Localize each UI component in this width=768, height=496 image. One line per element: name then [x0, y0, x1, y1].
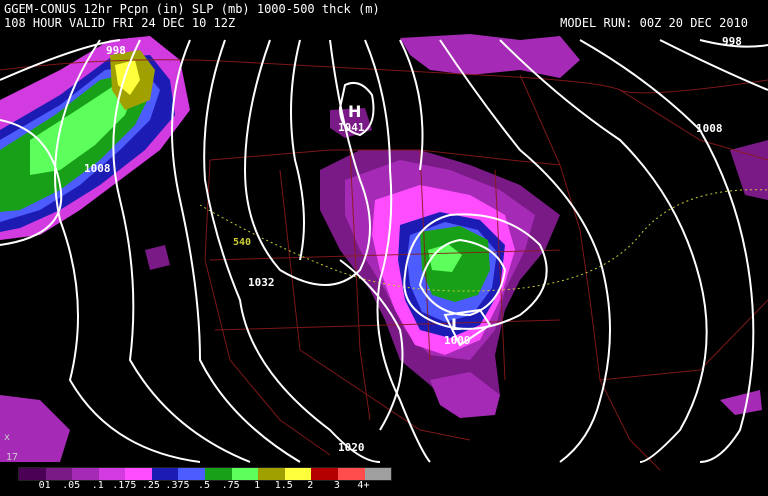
legend-swatch — [19, 468, 46, 480]
legend-swatch — [258, 468, 285, 480]
legend-swatch — [72, 468, 99, 480]
legend-swatch — [151, 468, 179, 480]
legend-label: .175 — [112, 480, 137, 491]
precip-shading — [0, 34, 768, 462]
legend-label: 4+ — [357, 480, 370, 491]
legend-label: .75 — [221, 480, 240, 491]
legend-label: 3 — [333, 480, 340, 491]
legend-swatch — [125, 468, 152, 480]
header-valid-time: 108 HOUR VALID FRI 24 DEC 10 12Z — [4, 16, 236, 30]
pressure-label: 1008 — [696, 122, 723, 135]
pressure-label: 1009 — [444, 334, 471, 347]
pressure-label: 1008 — [84, 162, 111, 175]
legend-swatch — [98, 468, 126, 480]
header-title: GGEM-CONUS 12hr Pcpn (in) SLP (mb) 1000-… — [4, 2, 380, 16]
legend-label: 2 — [307, 480, 314, 491]
legend-swatch — [205, 468, 232, 480]
legend-label: 01 — [38, 480, 51, 491]
precip-map: 998 998 1008 1008 1041 1032 1009 1020 54… — [0, 34, 768, 471]
header-model-run: MODEL RUN: 00Z 20 DEC 2010 — [560, 16, 748, 30]
legend-label: 1 — [254, 480, 261, 491]
pressure-label: 998 — [106, 44, 126, 57]
legend-swatch — [45, 468, 73, 480]
legend-label: 1.5 — [274, 480, 293, 491]
legend-label: .5 — [198, 480, 211, 491]
legend-label: .05 — [62, 480, 81, 491]
pressure-label: 998 — [722, 35, 742, 48]
pressure-label: 1020 — [338, 441, 365, 454]
precip-legend-labels: 01 .05 .1 .175 .25 .375 .5 .75 1 1.5 2 3 4+ — [14, 480, 394, 494]
legend-swatch — [311, 468, 338, 480]
legend-swatch — [178, 468, 206, 480]
precip-legend — [18, 467, 392, 481]
corner-number: 17 — [6, 452, 19, 463]
pressure-label: 1032 — [248, 276, 275, 289]
legend-swatch — [284, 468, 312, 480]
legend-label: .25 — [141, 480, 160, 491]
low-pressure-center: L — [451, 315, 461, 334]
corner-mark: x — [4, 432, 11, 443]
high-pressure-center: H — [348, 102, 361, 121]
legend-label: .375 — [165, 480, 190, 491]
legend-label: .1 — [91, 480, 104, 491]
pressure-label: 1041 — [338, 121, 365, 134]
legend-swatch — [231, 468, 259, 480]
legend-swatch — [364, 468, 392, 480]
thickness-label: 540 — [233, 237, 251, 248]
legend-swatch — [337, 468, 365, 480]
